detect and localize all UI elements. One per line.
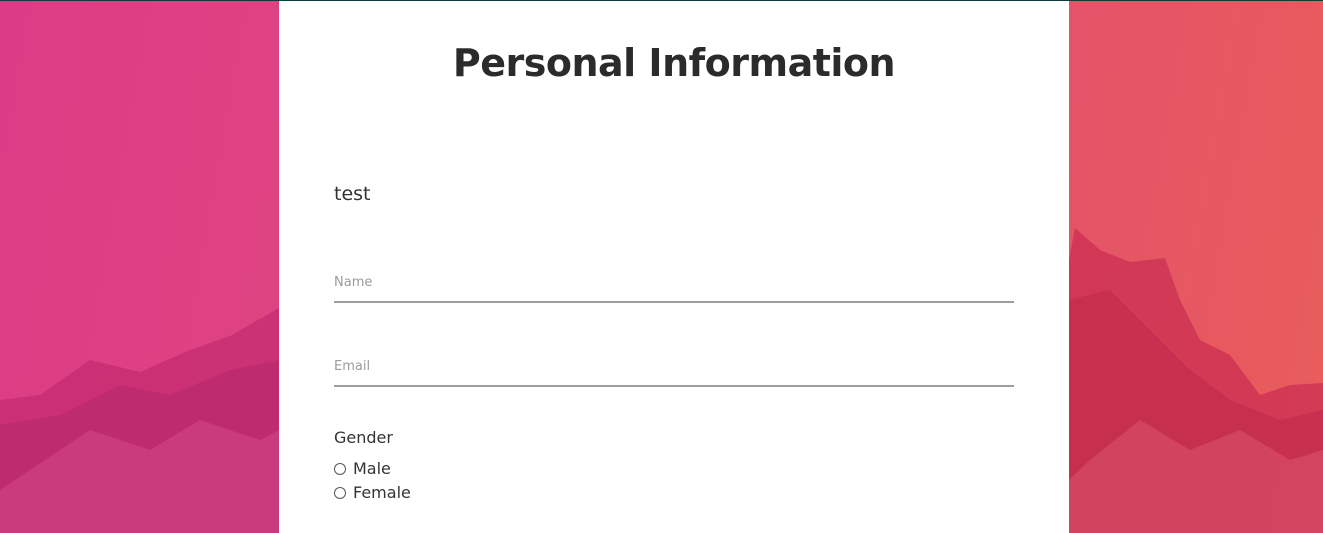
page-title: Personal Information [452, 41, 896, 85]
gender-option-female[interactable]: Female [334, 483, 411, 502]
email-input[interactable] [334, 347, 1014, 387]
male-label: Male [353, 459, 391, 478]
section-text: test [334, 183, 371, 205]
male-radio[interactable] [334, 462, 346, 475]
female-radio[interactable] [334, 486, 346, 499]
form-card: Personal Information test Gender Male Fe… [279, 1, 1069, 533]
name-input[interactable] [334, 263, 1014, 303]
gender-option-male[interactable]: Male [334, 459, 391, 478]
female-label: Female [353, 483, 411, 502]
gender-label: Gender [334, 428, 393, 447]
